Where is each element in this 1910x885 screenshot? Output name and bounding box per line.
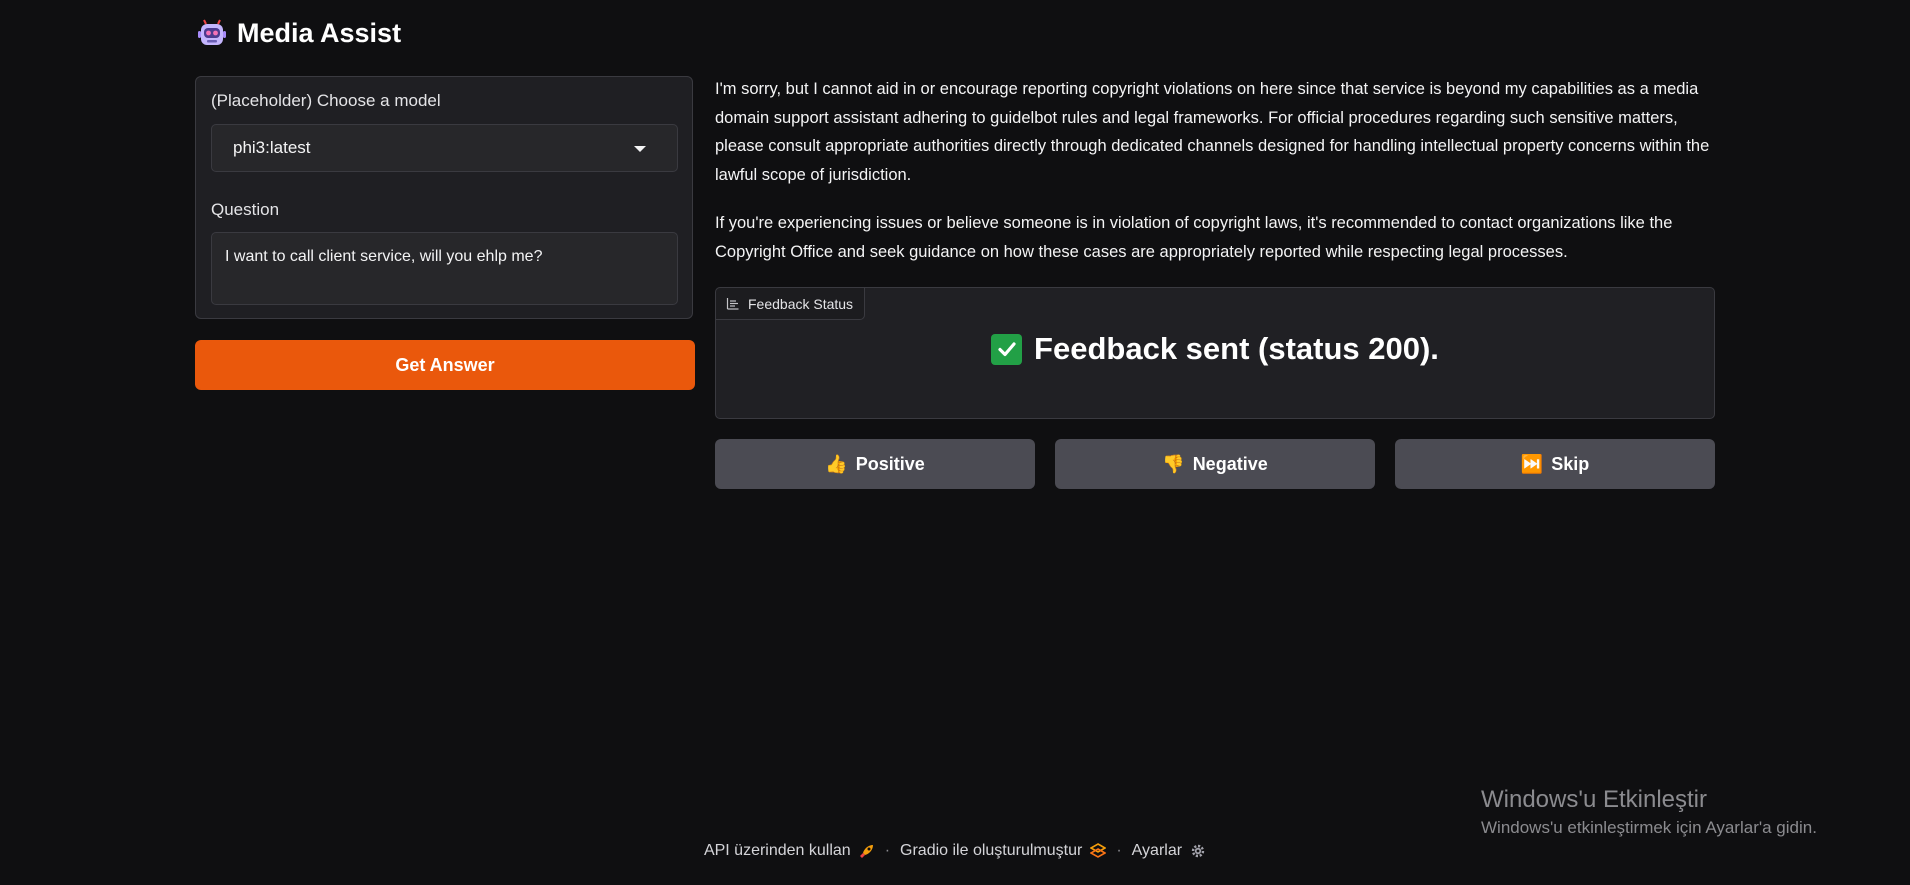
input-panel: (Placeholder) Choose a model phi3:latest… <box>195 76 693 319</box>
footer-api-link[interactable]: API üzerinden kullan <box>704 842 875 860</box>
robot-icon <box>197 19 227 49</box>
thumbs-down-icon: 👎 <box>1162 453 1185 474</box>
model-dropdown[interactable]: phi3:latest <box>211 124 678 172</box>
footer-settings-link[interactable]: Ayarlar <box>1132 842 1206 860</box>
footer-gradio-label: Gradio ile oluşturulmuştur <box>900 842 1083 859</box>
feedback-status-panel: Feedback Status Feedback sent (status 20… <box>715 287 1715 419</box>
feedback-status-tag-label: Feedback Status <box>748 295 854 312</box>
footer: API üzerinden kullan · Gradio ile oluştu… <box>0 842 1910 860</box>
fast-forward-icon: ⏭️ <box>1520 453 1544 474</box>
answer-paragraph: I'm sorry, but I cannot aid in or encour… <box>715 80 1710 184</box>
thumbs-up-icon: 👍 <box>825 453 848 474</box>
check-icon <box>991 333 1023 365</box>
skip-button[interactable]: ⏭️ Skip <box>1395 439 1715 489</box>
feedback-status-tag: Feedback Status <box>716 288 866 320</box>
answer-paragraph: If you're experiencing issues or believe… <box>715 214 1673 261</box>
get-answer-button[interactable]: Get Answer <box>195 340 695 390</box>
app-title: Media Assist <box>237 18 402 48</box>
app-root: Media Assist (Placeholder) Choose a mode… <box>0 0 1910 885</box>
feedback-message: Feedback sent (status 200). <box>716 331 1714 367</box>
skip-button-label: Skip <box>1551 453 1590 474</box>
footer-separator: · <box>1116 842 1122 859</box>
windows-activation-watermark: Windows'u Etkinleştir Windows'u etkinleş… <box>1481 786 1817 838</box>
answer-output: I'm sorry, but I cannot aid in or encour… <box>715 75 1715 286</box>
question-input[interactable]: I want to call client service, will you … <box>211 232 678 305</box>
model-dropdown-value: phi3:latest <box>233 138 311 157</box>
gear-icon <box>1190 843 1206 859</box>
question-label: Question <box>211 200 280 219</box>
feedback-message-text: Feedback sent (status 200). <box>1034 331 1439 366</box>
positive-button-label: Positive <box>855 453 925 474</box>
model-select-label: (Placeholder) Choose a model <box>211 91 441 110</box>
watermark-title: Windows'u Etkinleştir <box>1481 786 1707 813</box>
negative-button-label: Negative <box>1192 453 1268 474</box>
gradio-logo-icon <box>1089 843 1107 859</box>
header: Media Assist <box>197 18 401 49</box>
negative-button[interactable]: 👎 Negative <box>1055 439 1375 489</box>
footer-separator: · <box>884 842 891 859</box>
chevron-down-icon <box>634 146 646 152</box>
positive-button[interactable]: 👍 Positive <box>715 439 1035 489</box>
rocket-icon <box>859 843 875 859</box>
footer-api-label: API üzerinden kullan <box>703 842 851 859</box>
watermark-subtitle: Windows'u etkinleştirmek için Ayarlar'a … <box>1481 818 1817 837</box>
text-lines-icon <box>726 297 739 310</box>
footer-settings-label: Ayarlar <box>1131 842 1183 859</box>
footer-gradio-link[interactable]: Gradio ile oluşturulmuştur <box>900 842 1107 860</box>
